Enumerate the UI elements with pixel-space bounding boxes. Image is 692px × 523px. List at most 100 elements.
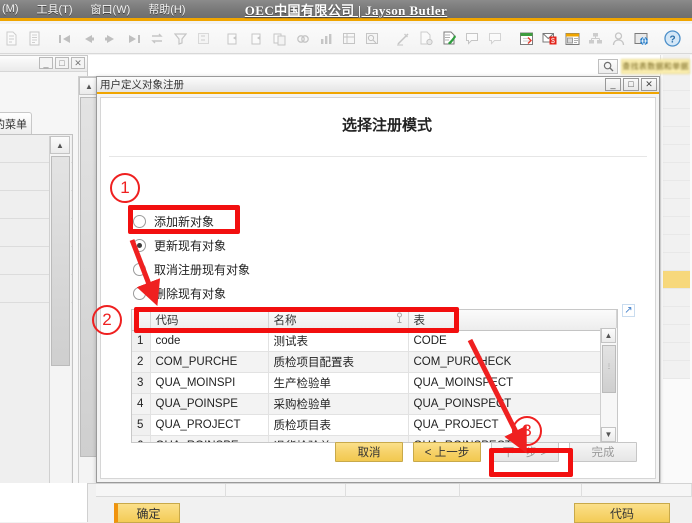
radio-icon[interactable] (133, 286, 146, 300)
bottom-toolbar: 确定 代码 (88, 483, 692, 523)
table-row[interactable]: 5 QUA_PROJECT 质检项目表 QUA_PROJECT (132, 414, 617, 436)
paste-icon[interactable] (246, 27, 268, 51)
table-row (663, 127, 690, 145)
toolbar-separator-1 (46, 27, 53, 51)
add-record-icon[interactable] (0, 27, 22, 51)
message-add-icon[interactable] (484, 27, 506, 51)
radio-icon[interactable] (133, 214, 146, 228)
approve-document-icon[interactable] (438, 27, 460, 51)
code-button[interactable]: 代码 (574, 503, 670, 523)
table-row[interactable]: 4 QUA_POINSPE 采购检验单 QUA_POINSPECT (132, 393, 617, 415)
table-row (663, 253, 690, 271)
link-icon[interactable] (292, 27, 314, 51)
minimize-icon[interactable]: _ (605, 78, 621, 91)
menu-item-tools[interactable]: 工具(T) (28, 0, 82, 19)
form-icon[interactable] (23, 27, 45, 51)
background-list-scrollbar[interactable]: ▲ (49, 136, 71, 520)
radio-label: 取消注册现有对象 (154, 262, 251, 277)
browser-icon[interactable] (630, 27, 652, 51)
scroll-up-icon[interactable]: ▲ (601, 328, 616, 343)
dialog-heading: 选择注册模式 (341, 117, 432, 134)
sort-indicator-icon[interactable] (395, 312, 404, 327)
cell-name: 质检项目表 (268, 414, 409, 436)
copy-icon[interactable] (223, 27, 245, 51)
table-row[interactable]: 3 QUA_MOINSPI 生产检验单 QUA_MOINSPECT (132, 372, 617, 394)
first-record-icon[interactable] (54, 27, 76, 51)
table-row (663, 289, 690, 307)
table-row-highlighted (663, 271, 690, 289)
radio-option-unregister-existing[interactable]: 取消注册现有对象 (133, 257, 250, 281)
user-icon[interactable] (607, 27, 629, 51)
table-row[interactable]: 2 COM_PURCHE 质检项目配置表 COM_PURCHECK (132, 351, 617, 373)
dialog-footer: 取消 < 上一步 下一步 > 完成 (101, 440, 655, 464)
sort-icon[interactable] (192, 27, 214, 51)
scrollbar-thumb[interactable] (51, 156, 70, 366)
cell-table: QUA_POINSPECT (408, 393, 617, 415)
search-icon[interactable] (598, 59, 618, 74)
radio-icon[interactable] (133, 262, 146, 276)
column-header-index[interactable] (132, 310, 151, 331)
calendar-icon[interactable] (515, 27, 537, 51)
scroll-up-icon[interactable]: ▲ (50, 136, 70, 154)
radio-option-update-existing[interactable]: 更新现有对象 (133, 233, 250, 257)
new-document-icon[interactable] (415, 27, 437, 51)
org-chart-icon[interactable] (584, 27, 606, 51)
toolbar-separator-6 (684, 27, 691, 51)
previous-record-icon[interactable] (77, 27, 99, 51)
query-icon[interactable] (361, 27, 383, 51)
cancel-button[interactable]: 取消 (335, 442, 403, 462)
svg-text:$: $ (551, 38, 555, 45)
table-row (663, 307, 690, 325)
table-row[interactable]: 1 code 测试表 CODE (132, 330, 617, 352)
chart-icon[interactable] (315, 27, 337, 51)
bottom-left-pane (0, 483, 88, 522)
cell-index: 5 (132, 414, 151, 436)
cell-code: QUA_MOINSPI (150, 372, 269, 394)
message-icon[interactable] (461, 27, 483, 51)
column-header-table[interactable]: 表 (408, 310, 617, 331)
drag-drop-icon[interactable] (561, 27, 583, 51)
next-record-icon[interactable] (100, 27, 122, 51)
previous-step-button[interactable]: < 上一步 (413, 442, 481, 462)
cell-code: QUA_PROJECT (150, 414, 269, 436)
object-table-body: 1 code 测试表 CODE 2 COM_PURCHE 质检项目配置表 COM… (132, 330, 617, 442)
menu-item-window[interactable]: 窗口(W) (82, 0, 140, 19)
cell-index: 4 (132, 393, 151, 415)
minimize-icon[interactable]: _ (39, 57, 53, 69)
column-header-name[interactable]: 名称 (268, 310, 409, 331)
column-header-name-label: 名称 (273, 315, 297, 327)
maximize-icon[interactable]: □ (55, 57, 69, 69)
cell-code: QUA_POINSPE (150, 393, 269, 415)
object-table-grid: 代码 名称 表 1 code 测试表 CODE 2 COM_PURCHE 质检项… (132, 310, 617, 442)
duplicate-icon[interactable] (269, 27, 291, 51)
column-header-code[interactable]: 代码 (150, 310, 269, 331)
mail-icon[interactable]: $ (538, 27, 560, 51)
table-row (663, 325, 690, 343)
cell-name: 采购检验单 (268, 393, 409, 415)
refresh-icon[interactable] (146, 27, 168, 51)
search-region: 查找表数据和单据 (598, 58, 690, 75)
dialog-titlebar: 用户定义对象注册 _ □ ✕ (97, 77, 659, 94)
menu-item-help[interactable]: 帮助(H) (139, 0, 194, 19)
radio-icon-selected[interactable] (133, 238, 146, 252)
last-record-icon[interactable] (123, 27, 145, 51)
menu-item-0[interactable]: (M) (0, 1, 28, 17)
close-icon[interactable]: ✕ (641, 78, 657, 91)
table-row (663, 361, 690, 379)
close-icon[interactable]: ✕ (71, 57, 85, 69)
expand-arrow-icon[interactable]: ↗ (622, 304, 635, 317)
radio-option-delete-existing[interactable]: 删除现有对象 (133, 281, 250, 305)
edit-icon[interactable] (392, 27, 414, 51)
confirm-button[interactable]: 确定 (114, 503, 180, 523)
background-right-column (660, 55, 692, 522)
cell-name: 测试表 (268, 330, 409, 352)
radio-option-add-new[interactable]: 添加新对象 (133, 209, 250, 233)
next-step-button[interactable]: 下一步 > (491, 442, 559, 462)
layout-icon[interactable] (338, 27, 360, 51)
maximize-icon[interactable]: □ (623, 78, 639, 91)
help-icon[interactable]: ? (661, 27, 683, 51)
table-scrollbar[interactable]: ▲ ⋮ ▼ (600, 328, 617, 442)
filter-icon[interactable] (169, 27, 191, 51)
finish-button[interactable]: 完成 (569, 442, 637, 462)
background-tab[interactable]: 的菜单 (0, 112, 32, 134)
